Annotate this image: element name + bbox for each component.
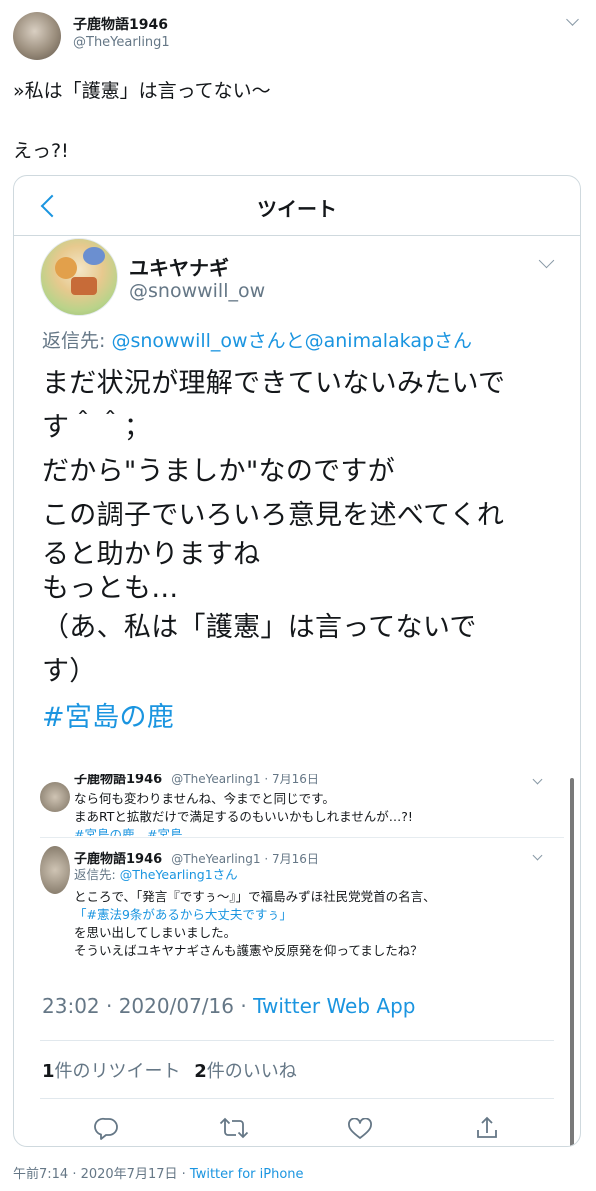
like-label[interactable]: 件のいいね — [207, 1061, 297, 1082]
reply-suffix: さん — [434, 330, 473, 352]
embed-name: 子鹿物語1946 — [74, 852, 163, 867]
retweet-label[interactable]: 件のリツイート — [55, 1061, 181, 1082]
client-link[interactable]: Twitter Web App — [253, 994, 415, 1018]
embed-line: そういえばユキヤナギさんも護憲や反原発を仰ってましたね？ — [74, 943, 423, 958]
chevron-down-icon[interactable] — [532, 774, 543, 785]
embed-line: なら何も変わりませんね、今までと同じです。 — [74, 791, 335, 806]
header-title: ツイート — [257, 197, 337, 221]
stats-row: 1件のリツイート 2件のいいね — [42, 1057, 297, 1083]
timestamp-line: 23:02 · 2020/07/16 · Twitter Web App — [42, 994, 415, 1018]
embed-header: 子鹿物語1946 @TheYearling1 · 7月16日 — [74, 774, 319, 787]
card-handle[interactable]: @snowwill_ow — [129, 280, 265, 302]
hashtag-link[interactable]: #宮島の鹿 — [42, 696, 505, 740]
body-line: す＾＾； — [42, 412, 152, 443]
embed-meta: @TheYearling1 · 7月16日 — [171, 774, 319, 786]
body-line: もっとも… — [42, 573, 179, 604]
embedded-tweet-2[interactable]: 子鹿物語1946 @TheYearling1 · 7月16日 返信先: @The… — [40, 842, 564, 968]
like-icon[interactable] — [347, 1118, 373, 1140]
embed-avatar — [40, 846, 70, 894]
timestamp[interactable]: 23:02 · 2020/07/16 · — [42, 994, 253, 1018]
chevron-down-icon[interactable] — [566, 13, 579, 26]
like-count[interactable]: 2 — [194, 1061, 207, 1082]
retweet-icon[interactable] — [219, 1117, 249, 1139]
embed-divider — [40, 837, 564, 838]
card-display-name[interactable]: ユキヤナギ — [129, 252, 229, 281]
embed-header: 子鹿物語1946 @TheYearling1 · 7月16日 — [74, 848, 319, 867]
reply-mention-2[interactable]: @animalakap — [305, 330, 434, 352]
body-line: まだ状況が理解できていないみたいで — [42, 368, 506, 399]
body-line: す） — [42, 656, 97, 687]
embed-line: を思い出してしまいました。 — [74, 925, 237, 940]
chevron-down-icon[interactable] — [532, 850, 543, 861]
footer-line: 午前7:14 · 2020年7月17日 · Twitter for iPhone — [13, 1163, 304, 1182]
reply-prefix: 返信先: — [42, 330, 112, 352]
stats-divider-bottom — [40, 1098, 554, 1099]
embed-meta: @TheYearling1 · 7月16日 — [171, 852, 319, 866]
outer-text-line-2: えっ?! — [13, 140, 69, 162]
embed-reply-suffix: さん — [212, 867, 238, 882]
embed-line: まあRTと拡散だけで満足するのもいいかもしれませんが…?! — [74, 809, 413, 824]
embed-tags[interactable]: #宮島の鹿 #宮島 — [74, 826, 182, 836]
reply-icon[interactable] — [94, 1116, 120, 1140]
reply-and: さんと — [247, 330, 305, 352]
header-divider — [14, 235, 580, 236]
retweet-count[interactable]: 1 — [42, 1061, 55, 1082]
embed-line: ところで、「発言『ですぅ〜』」で福島みずほ社民党党首の名言、 — [74, 889, 436, 904]
reply-mention-1[interactable]: @snowwill_ow — [111, 330, 247, 352]
body-line: （あ、私は「護憲」は言ってないで — [42, 612, 477, 643]
outer-display-name[interactable]: 子鹿物語1946 — [73, 14, 168, 34]
scrollbar-thumb[interactable] — [570, 778, 574, 1146]
card-avatar[interactable] — [40, 238, 118, 316]
footer-client[interactable]: Twitter for iPhone — [190, 1167, 304, 1182]
outer-handle[interactable]: @TheYearling1 — [73, 35, 170, 50]
embed-name: 子鹿物語1946 — [74, 774, 163, 787]
body-line: だから"うましか"なのですが — [42, 456, 396, 487]
body-line: ると助かりますね — [42, 539, 261, 570]
embed-reply-line: 返信先: @TheYearling1さん — [74, 866, 238, 884]
card-body: まだ状況が理解できていないみたいで す＾＾； だから"うましか"なのですが この… — [42, 362, 505, 740]
embedded-screenshot[interactable]: ツイート ユキヤナギ @snowwill_ow 返信先: @snowwill_o… — [13, 175, 581, 1147]
share-icon[interactable] — [474, 1115, 500, 1141]
stats-divider-top — [40, 1040, 554, 1041]
footer-time[interactable]: 午前7:14 · 2020年7月17日 — [13, 1167, 178, 1182]
chevron-down-icon[interactable] — [538, 252, 555, 269]
embed-avatar — [40, 782, 70, 812]
body-line: この調子でいろいろ意見を述べてくれ — [42, 500, 505, 531]
outer-avatar[interactable] — [13, 12, 61, 60]
embed-reply-mention[interactable]: @TheYearling1 — [120, 867, 213, 882]
embedded-tweet-1[interactable]: 子鹿物語1946 @TheYearling1 · 7月16日 なら何も変わりませ… — [40, 774, 564, 836]
footer-separator: · — [181, 1167, 186, 1182]
embed-reply-prefix: 返信先: — [74, 867, 120, 882]
outer-text-line-1: »私は「護憲」は言ってない〜 — [13, 80, 271, 102]
embed-hashtag-line[interactable]: 「#憲法9条があるから大丈夫ですぅ」 — [74, 906, 292, 924]
reply-to-line: 返信先: @snowwill_owさんと@animalakapさん — [42, 326, 472, 353]
